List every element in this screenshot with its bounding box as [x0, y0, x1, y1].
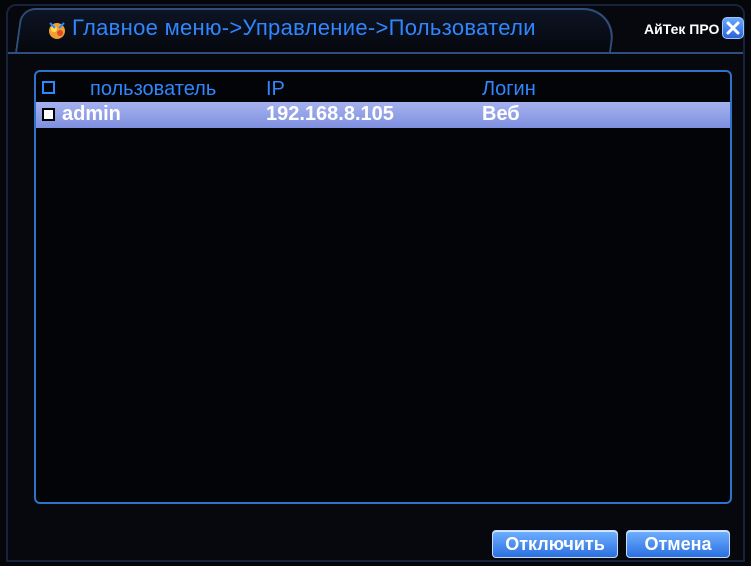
dvr-app-icon [49, 22, 65, 39]
close-icon [726, 21, 740, 35]
row-ip: 192.168.8.105 [266, 103, 394, 125]
users-dialog: Главное меню->Управление->Пользователи А… [6, 4, 745, 562]
column-header-login[interactable]: Логин [482, 78, 536, 101]
row-user: admin [62, 103, 121, 125]
cancel-button[interactable]: Отмена [626, 530, 730, 558]
table-header: пользователь IP Логин [36, 76, 730, 100]
row-login: Веб [482, 103, 520, 125]
window-title: Главное меню->Управление->Пользователи [72, 15, 536, 40]
table-row[interactable]: admin 192.168.8.105 Веб [36, 102, 730, 128]
select-all-checkbox[interactable] [42, 81, 55, 94]
row-checkbox[interactable] [42, 108, 55, 121]
column-header-user[interactable]: пользователь [90, 78, 216, 101]
close-button[interactable] [722, 17, 744, 39]
column-header-ip[interactable]: IP [266, 78, 285, 101]
brand-label: АйТек ПРО [644, 21, 720, 37]
disconnect-button[interactable]: Отключить [492, 530, 618, 558]
title-divider [8, 52, 743, 54]
users-table: пользователь IP Логин admin 192.168.8.10… [34, 70, 732, 504]
